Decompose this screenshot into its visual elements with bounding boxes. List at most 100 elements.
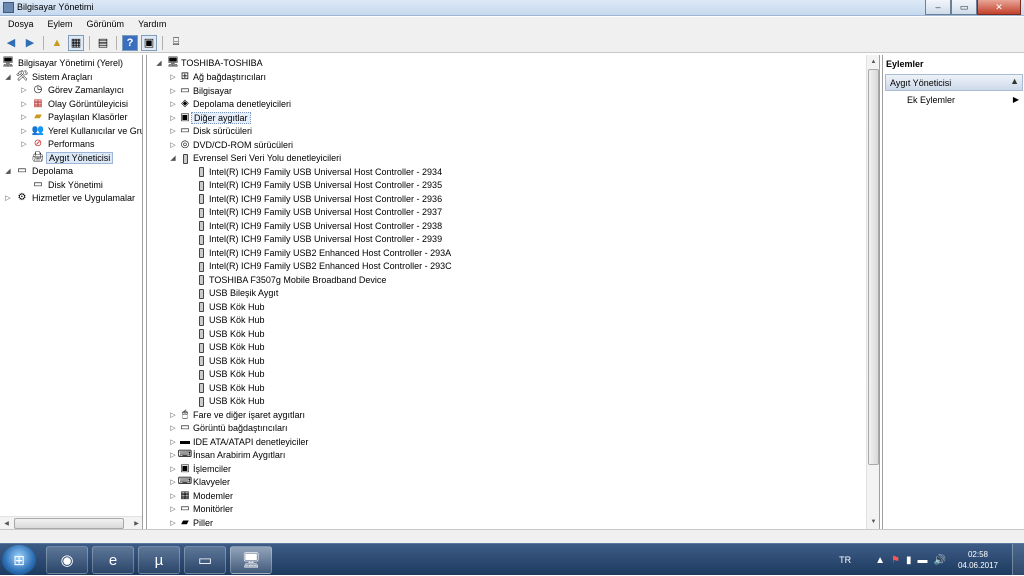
tree-shared-folders[interactable]: ▷ ▰ Paylaşılan Klasörler (0, 111, 130, 124)
tree-disk-management[interactable]: ▭ Disk Yönetimi (0, 179, 105, 192)
show-desktop-button[interactable] (1012, 544, 1024, 576)
actions-section-device-manager[interactable]: Aygıt Yöneticisi ▲ (885, 74, 1023, 91)
device-category-dvd-drives[interactable]: ▷ ◎ DVD/CD-ROM sürücüleri (169, 139, 295, 152)
usb-device-item[interactable]: Intel(R) ICH9 Family USB Universal Host … (195, 206, 444, 219)
start-button[interactable]: ⊞ (2, 545, 36, 575)
device-category-usb[interactable]: ◢ Evrensel Seri Veri Yolu denetleyiciler… (169, 152, 343, 165)
tree-task-scheduler[interactable]: ▷ ◷ Görev Zamanlayıcı (0, 84, 126, 97)
device-category-mice[interactable]: ▷ 🖱 Fare ve diğer işaret aygıtları (169, 409, 307, 422)
usb-device-item[interactable]: Intel(R) ICH9 Family USB Universal Host … (195, 193, 444, 206)
device-category-processors[interactable]: ▷ ▣ İşlemciler (169, 463, 233, 476)
expand-arrow-icon[interactable]: ▷ (169, 98, 177, 111)
device-category-computer[interactable]: ▷ ▭ Bilgisayar (169, 85, 234, 98)
more-actions-item[interactable]: Ek Eylemler ▶ (907, 95, 1019, 105)
expand-arrow-icon[interactable]: ▷ (169, 476, 177, 489)
usb-device-item[interactable]: USB Kök Hub (195, 395, 267, 408)
device-category-display-adapters[interactable]: ▷ ▭ Görüntü bağdaştırıcıları (169, 422, 290, 435)
expand-arrow-icon[interactable]: ▷ (169, 449, 177, 462)
usb-device-item[interactable]: USB Kök Hub (195, 355, 267, 368)
expand-arrow-icon[interactable]: ▷ (169, 490, 177, 503)
show-hidden-icons-icon[interactable]: ▲ (875, 555, 885, 566)
device-category-network-adapters[interactable]: ▷ ⊞ Ağ bağdaştırıcıları (169, 71, 268, 84)
collapse-arrow-icon[interactable]: ◢ (4, 71, 12, 84)
vertical-scrollbar[interactable]: ▲ ▼ (866, 55, 879, 529)
utorrent-taskbar-icon[interactable]: µ (138, 546, 180, 574)
expand-arrow-icon[interactable]: ▷ (169, 71, 177, 84)
usb-device-item[interactable]: Intel(R) ICH9 Family USB2 Enhanced Host … (195, 247, 453, 260)
collapse-arrow-icon[interactable]: ◢ (4, 165, 12, 178)
device-category-storage-controllers[interactable]: ▷ ◈ Depolama denetleyicileri (169, 98, 293, 111)
chrome-taskbar-icon[interactable]: ◉ (46, 546, 88, 574)
battery-icon[interactable]: ▬ (918, 555, 928, 566)
usb-device-item[interactable]: USB Kök Hub (195, 314, 267, 327)
usb-device-item[interactable]: Intel(R) ICH9 Family USB Universal Host … (195, 166, 444, 179)
tree-storage[interactable]: ◢ ▭ Depolama (0, 165, 75, 178)
expand-arrow-icon[interactable]: ▷ (169, 409, 177, 422)
expand-arrow-icon[interactable]: ▷ (169, 503, 177, 516)
network-icon[interactable]: ▮ (906, 555, 912, 566)
usb-device-item[interactable]: Intel(R) ICH9 Family USB2 Enhanced Host … (195, 260, 454, 273)
explorer-taskbar-icon[interactable]: ▭ (184, 546, 226, 574)
menu-help[interactable]: Yardım (130, 17, 172, 33)
clock[interactable]: 02:58 04.06.2017 (958, 549, 998, 571)
menu-view[interactable]: Görünüm (79, 17, 131, 33)
volume-icon[interactable]: 🔊 (934, 555, 946, 566)
usb-device-item[interactable]: Intel(R) ICH9 Family USB Universal Host … (195, 233, 444, 246)
internet-explorer-taskbar-icon[interactable]: e (92, 546, 134, 574)
usb-device-item[interactable]: USB Kök Hub (195, 328, 267, 341)
language-indicator[interactable]: TR (839, 555, 851, 565)
scroll-thumb[interactable] (868, 69, 879, 465)
expand-arrow-icon[interactable]: ▷ (20, 111, 28, 124)
expand-arrow-icon[interactable]: ▷ (20, 138, 28, 151)
device-category-monitors[interactable]: ▷ ▭ Monitörler (169, 503, 235, 516)
expand-arrow-icon[interactable]: ▷ (20, 125, 28, 138)
usb-device-item[interactable]: USB Bileşik Aygıt (195, 287, 280, 300)
properties-icon[interactable]: ▤ (95, 35, 111, 51)
usb-device-item[interactable]: USB Kök Hub (195, 301, 267, 314)
device-category-batteries[interactable]: ▷ ▰ Piller (169, 517, 215, 530)
collapse-arrow-icon[interactable]: ◢ (155, 57, 163, 70)
device-category-modems[interactable]: ▷ ▦ Modemler (169, 490, 235, 503)
expand-arrow-icon[interactable]: ▷ (20, 84, 28, 97)
expand-arrow-icon[interactable]: ▷ (4, 192, 12, 205)
horizontal-scrollbar[interactable]: ◀ ▶ (0, 516, 142, 529)
device-category-keyboards[interactable]: ▷ ⌨ Klavyeler (169, 476, 232, 489)
expand-arrow-icon[interactable]: ▷ (169, 125, 177, 138)
help-icon[interactable]: ? (122, 34, 138, 51)
usb-device-item[interactable]: Intel(R) ICH9 Family USB Universal Host … (195, 220, 444, 233)
title-bar[interactable]: Bilgisayar Yönetimi – ▭ ✕ (0, 0, 1024, 16)
expand-arrow-icon[interactable]: ▷ (169, 85, 177, 98)
tree-root[interactable]: 🖥 Bilgisayar Yönetimi (Yerel) (2, 57, 125, 70)
scroll-up-icon[interactable]: ▲ (867, 55, 879, 68)
expand-arrow-icon[interactable]: ▷ (169, 517, 177, 530)
view-icon[interactable]: ▣ (141, 34, 157, 51)
expand-arrow-icon[interactable]: ▷ (169, 422, 177, 435)
scan-hardware-icon[interactable]: ⌸ (168, 35, 184, 51)
device-category-hid-devices[interactable]: ▷ ⌨ İnsan Arabirim Aygıtları (169, 449, 287, 462)
scroll-thumb[interactable] (14, 518, 124, 529)
usb-device-item[interactable]: USB Kök Hub (195, 368, 267, 381)
forward-arrow-icon[interactable]: ▶ (22, 35, 38, 51)
device-category-other-devices[interactable]: ▷ ▣ Diğer aygıtlar (169, 111, 251, 125)
usb-device-item[interactable]: USB Kök Hub (195, 341, 267, 354)
computer-management-taskbar-icon[interactable]: 🖥 (230, 546, 272, 574)
expand-arrow-icon[interactable]: ▷ (169, 463, 177, 476)
expand-arrow-icon[interactable]: ▷ (169, 139, 177, 152)
expand-arrow-icon[interactable]: ▷ (20, 98, 28, 111)
tree-performance[interactable]: ▷ ⊘ Performans (0, 138, 97, 151)
usb-device-item[interactable]: USB Kök Hub (195, 382, 267, 395)
device-category-ide-controllers[interactable]: ▷ ▬ IDE ATA/ATAPI denetleyiciler (169, 436, 310, 449)
show-hide-tree-icon[interactable]: ▦ (68, 34, 84, 51)
usb-device-item[interactable]: Intel(R) ICH9 Family USB Universal Host … (195, 179, 444, 192)
menu-file[interactable]: Dosya (0, 17, 40, 33)
maximize-button[interactable]: ▭ (951, 0, 977, 15)
tree-system-tools[interactable]: ◢ 🛠 Sistem Araçları (0, 71, 95, 84)
device-computer-root[interactable]: ◢ 🖥 TOSHIBA-TOSHIBA (155, 57, 265, 70)
scroll-down-icon[interactable]: ▼ (867, 515, 879, 528)
security-alert-icon[interactable]: ⚑ (891, 555, 900, 566)
scroll-right-icon[interactable]: ▶ (130, 517, 142, 529)
back-arrow-icon[interactable]: ◀ (3, 35, 19, 51)
minimize-button[interactable]: – (925, 0, 951, 15)
close-button[interactable]: ✕ (977, 0, 1021, 15)
scroll-left-icon[interactable]: ◀ (0, 517, 13, 529)
